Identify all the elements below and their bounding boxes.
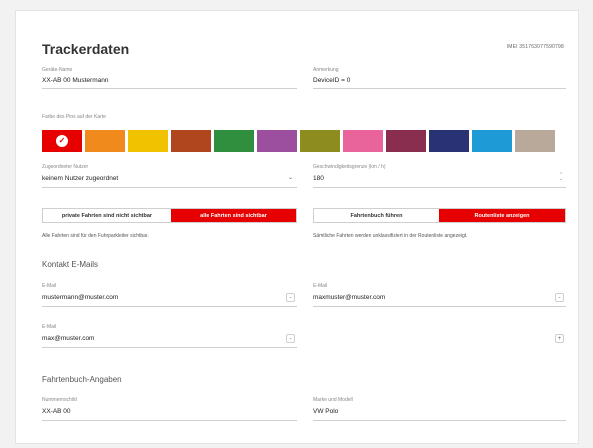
chevron-down-icon[interactable]: ⌄ bbox=[288, 174, 293, 181]
logbook-help-text: Sämtliche Fahrten werden unklassifiziert… bbox=[313, 233, 468, 239]
add-email-button[interactable]: + bbox=[555, 334, 564, 343]
email-label: E-Mail bbox=[42, 283, 57, 289]
pin-color-swatch[interactable] bbox=[85, 130, 125, 152]
note-label: Anmerkung bbox=[313, 67, 339, 73]
plate-label: Nummernschild bbox=[42, 397, 77, 403]
device-name-underline bbox=[42, 88, 297, 89]
remove-email-button[interactable]: - bbox=[286, 293, 295, 302]
logbook-option-keep-logbook[interactable]: Fahrtenbuch führen bbox=[314, 209, 439, 222]
pin-color-swatches: ✓ bbox=[42, 130, 555, 152]
assigned-user-select[interactable]: keinem Nutzer zugeordnet bbox=[42, 175, 118, 182]
pin-color-swatch[interactable] bbox=[214, 130, 254, 152]
pin-color-swatch[interactable] bbox=[257, 130, 297, 152]
remove-email-button[interactable]: - bbox=[555, 293, 564, 302]
remove-email-button[interactable]: - bbox=[286, 334, 295, 343]
note-input[interactable]: DeviceID = 0 bbox=[313, 77, 350, 84]
page-title: Trackerdaten bbox=[42, 41, 130, 57]
pin-color-swatch[interactable] bbox=[300, 130, 340, 152]
pin-color-label: Farbe des Pins auf der Karte bbox=[42, 114, 106, 120]
device-name-input[interactable]: XX-AB 00 Mustermann bbox=[42, 77, 108, 84]
email-underline-2 bbox=[313, 306, 566, 307]
privacy-option-private-hidden[interactable]: private Fahrten sind nicht sichtbar bbox=[43, 209, 171, 222]
pin-color-swatch[interactable] bbox=[515, 130, 555, 152]
privacy-help-text: Alle Fahrten sind für den Fuhrparkleiter… bbox=[42, 233, 149, 239]
plate-underline bbox=[42, 420, 297, 421]
model-label: Marke und Modell bbox=[313, 397, 353, 403]
email-input-1[interactable]: mustermann@muster.com bbox=[42, 294, 118, 301]
email-input-2[interactable]: maxmuster@muster.com bbox=[313, 294, 385, 301]
privacy-toggle[interactable]: private Fahrten sind nicht sichtbar alle… bbox=[42, 208, 297, 223]
pin-color-swatch[interactable]: ✓ bbox=[42, 130, 82, 152]
pin-color-swatch[interactable] bbox=[429, 130, 469, 152]
model-underline bbox=[313, 420, 566, 421]
imei-label: IMEI 351763077590798 bbox=[506, 44, 564, 50]
pin-color-swatch[interactable] bbox=[171, 130, 211, 152]
pin-color-swatch[interactable] bbox=[386, 130, 426, 152]
spinner-icon[interactable]: ⌃ ⌄ bbox=[559, 173, 563, 182]
privacy-option-all-visible[interactable]: alle Fahrten sind sichtbar bbox=[171, 209, 296, 222]
email-underline-1 bbox=[42, 306, 297, 307]
model-input[interactable]: VW Polo bbox=[313, 408, 338, 415]
pin-color-swatch[interactable] bbox=[128, 130, 168, 152]
email-underline-3 bbox=[42, 347, 297, 348]
speed-limit-label: Geschwindigkeitsgrenze (km / h) bbox=[313, 164, 386, 170]
check-icon: ✓ bbox=[56, 135, 68, 147]
logbook-option-route-list[interactable]: Routenliste anzeigen bbox=[439, 209, 565, 222]
email-label: E-Mail bbox=[42, 324, 57, 330]
plate-input[interactable]: XX-AB 00 bbox=[42, 408, 71, 415]
pin-color-swatch[interactable] bbox=[472, 130, 512, 152]
device-name-label: Geräte-Name bbox=[42, 67, 73, 73]
note-underline bbox=[313, 88, 566, 89]
logbook-toggle[interactable]: Fahrtenbuch führen Routenliste anzeigen bbox=[313, 208, 566, 223]
logbook-heading: Fahrtenbuch-Angaben bbox=[42, 375, 122, 384]
spinner-down-icon[interactable]: ⌄ bbox=[559, 177, 563, 182]
tracker-data-card: Trackerdaten IMEI 351763077590798 Geräte… bbox=[15, 10, 579, 444]
pin-color-swatch[interactable] bbox=[343, 130, 383, 152]
assigned-user-underline bbox=[42, 187, 297, 188]
speed-limit-input[interactable]: 180 bbox=[313, 175, 324, 182]
assigned-user-label: Zugeordneter Nutzer bbox=[42, 164, 89, 170]
email-label: E-Mail bbox=[313, 283, 328, 289]
contacts-heading: Kontakt E-Mails bbox=[42, 260, 99, 269]
email-input-3[interactable]: max@muster.com bbox=[42, 335, 94, 342]
speed-limit-underline bbox=[313, 187, 566, 188]
